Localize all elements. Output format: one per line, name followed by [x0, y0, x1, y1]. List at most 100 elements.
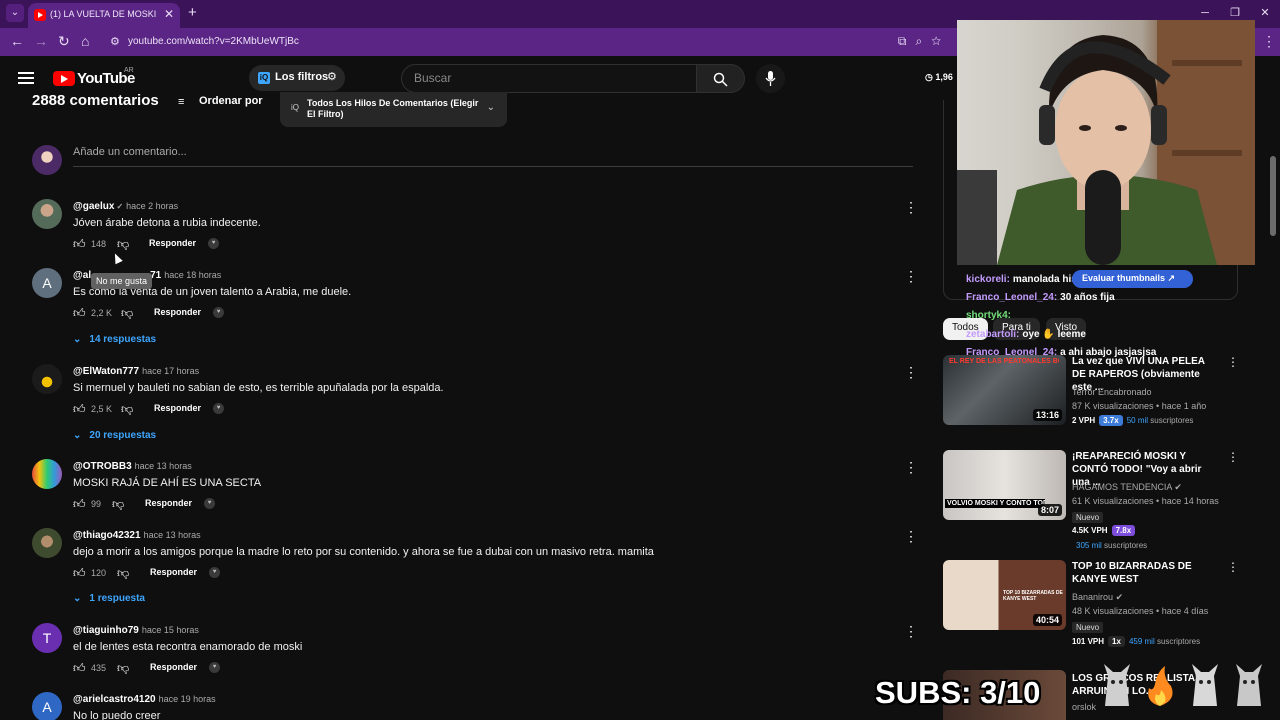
comment-author[interactable]: @gaelux ✓ hace 2 horas: [73, 201, 178, 212]
comment-time[interactable]: hace 19 horas: [159, 694, 216, 704]
minimize-icon[interactable]: ─: [1190, 7, 1220, 19]
view-replies-button[interactable]: ⌄ 1 respuesta: [73, 593, 145, 604]
creator-heart-icon[interactable]: ♥: [209, 662, 220, 673]
author-name[interactable]: @al: [73, 270, 91, 281]
video-menu-icon[interactable]: ⋮: [1227, 450, 1239, 464]
comment-author[interactable]: @arielcastro4120 hace 19 horas: [73, 694, 216, 705]
comment-menu-icon[interactable]: ⋮: [904, 459, 918, 476]
page-scrollbar[interactable]: [1270, 156, 1276, 236]
dislike-icon[interactable]: 👎︎: [121, 402, 133, 417]
video-thumbnail[interactable]: EL REY DE LAS PEATONALES BOOM 13:16: [943, 355, 1066, 425]
forward-icon[interactable]: →: [34, 33, 48, 49]
author-name[interactable]: @gaelux: [73, 201, 114, 212]
recommended-video[interactable]: TOP 10 BIZARRADAS DE KANYE WEST 40:54 TO…: [943, 560, 1243, 647]
tab-close-icon[interactable]: ✕: [164, 7, 174, 21]
reply-button[interactable]: Responder: [149, 238, 196, 248]
view-replies-button[interactable]: ⌄ 20 respuestas: [73, 430, 156, 441]
reload-icon[interactable]: ↻: [58, 33, 70, 50]
creator-heart-icon[interactable]: ♥: [209, 567, 220, 578]
author-name[interactable]: @arielcastro4120: [73, 694, 156, 705]
dislike-icon[interactable]: 👎︎: [121, 306, 133, 321]
video-channel[interactable]: Bananirou ✔: [1072, 592, 1123, 603]
browser-tab[interactable]: (1) LA VUELTA DE MOSKI Y UN ✕: [28, 3, 180, 28]
avatar[interactable]: [32, 199, 62, 229]
restore-icon[interactable]: ❐: [1220, 6, 1250, 19]
creator-heart-icon[interactable]: ♥: [204, 498, 215, 509]
video-thumbnail[interactable]: VOLVIÓ MOSKI Y CONTÓ TODO 8:07: [943, 450, 1066, 520]
author-name[interactable]: @thiago42321: [73, 530, 141, 541]
video-thumbnail[interactable]: TOP 10 BIZARRADAS DE KANYE WEST 40:54: [943, 560, 1066, 630]
comment-author[interactable]: @tiaguinho79 hace 15 horas: [73, 625, 199, 636]
author-name[interactable]: @ElWaton777: [73, 366, 139, 377]
like-icon[interactable]: 👍︎: [73, 566, 86, 581]
channel-name[interactable]: Bananirou: [1072, 592, 1113, 602]
new-tab-icon[interactable]: +: [188, 4, 197, 21]
avatar[interactable]: [32, 459, 62, 489]
comment-time[interactable]: hace 18 horas: [164, 270, 221, 280]
voice-search-button[interactable]: [756, 64, 785, 93]
view-replies-button[interactable]: ⌄ 14 respuestas: [73, 334, 156, 345]
comment-menu-icon[interactable]: ⋮: [904, 364, 918, 381]
comment-time[interactable]: hace 2 horas: [126, 201, 178, 211]
comment-time[interactable]: hace 17 horas: [142, 366, 199, 376]
reply-button[interactable]: Responder: [145, 498, 192, 508]
like-icon[interactable]: 👍︎: [73, 497, 86, 512]
video-menu-icon[interactable]: ⋮: [1227, 560, 1239, 574]
creator-heart-icon[interactable]: ♥: [208, 238, 219, 249]
search-button[interactable]: [697, 64, 745, 93]
youtube-logo-icon[interactable]: [53, 71, 75, 86]
comment-author[interactable]: @thiago42321 hace 13 horas: [73, 530, 201, 541]
video-channel[interactable]: HAGAMOS TENDENCIA ✔: [1072, 482, 1182, 493]
browser-menu-icon[interactable]: ⋮: [1262, 33, 1276, 50]
home-icon[interactable]: ⌂: [81, 33, 89, 49]
comment-menu-icon[interactable]: ⋮: [904, 268, 918, 285]
sort-icon[interactable]: ≡: [178, 96, 184, 108]
zoom-icon[interactable]: ⌕: [915, 34, 931, 48]
video-title[interactable]: TOP 10 BIZARRADAS DE KANYE WEST: [1072, 560, 1220, 586]
search-input[interactable]: [414, 71, 684, 85]
creator-heart-icon[interactable]: ♥: [213, 403, 224, 414]
menu-icon[interactable]: [18, 72, 34, 84]
dislike-icon[interactable]: 👎︎: [117, 566, 129, 581]
address-url[interactable]: youtube.com/watch?v=2KMbUeWTjBc: [128, 36, 299, 47]
comment-menu-icon[interactable]: ⋮: [904, 528, 918, 545]
like-icon[interactable]: 👍︎: [73, 402, 86, 417]
author-name[interactable]: @tiaguinho79: [73, 625, 139, 636]
video-channel[interactable]: Terror Encabronado: [1072, 387, 1152, 397]
avatar[interactable]: [32, 364, 62, 394]
creator-heart-icon[interactable]: ♥: [213, 307, 224, 318]
recommended-video[interactable]: EL REY DE LAS PEATONALES BOOM 13:16 La v…: [943, 355, 1243, 435]
reply-button[interactable]: Responder: [154, 307, 201, 317]
add-comment-input[interactable]: Añade un comentario...: [73, 146, 913, 167]
comment-time[interactable]: hace 13 horas: [144, 530, 201, 540]
avatar[interactable]: T: [32, 623, 62, 653]
video-menu-icon[interactable]: ⋮: [1227, 355, 1239, 369]
comment-time[interactable]: hace 15 horas: [142, 625, 199, 635]
reply-button[interactable]: Responder: [154, 403, 201, 413]
tab-search-icon[interactable]: ⌄: [6, 4, 24, 22]
recommended-video[interactable]: VOLVIÓ MOSKI Y CONTÓ TODO 8:07 ¡REAPAREC…: [943, 450, 1243, 550]
install-icon[interactable]: ⧉: [898, 34, 916, 48]
comment-menu-icon[interactable]: ⋮: [904, 199, 918, 216]
like-icon[interactable]: 👍︎: [73, 237, 86, 252]
evaluate-thumbnails-button[interactable]: Evaluar thumbnails ↗: [1072, 270, 1193, 288]
video-channel[interactable]: orslok: [1072, 702, 1096, 712]
dislike-icon[interactable]: 👎︎: [112, 497, 124, 512]
comment-author[interactable]: @OTROBB3 hace 13 horas: [73, 461, 192, 472]
avatar[interactable]: [32, 528, 62, 558]
comment-menu-icon[interactable]: ⋮: [904, 623, 918, 640]
sort-button[interactable]: Ordenar por: [199, 95, 263, 107]
like-icon[interactable]: 👍︎: [73, 306, 86, 321]
back-icon[interactable]: ←: [10, 33, 24, 49]
dislike-icon[interactable]: 👎︎: [117, 237, 129, 252]
thread-filter-dropdown[interactable]: iQ Todos Los Hilos De Comentarios (Elegi…: [280, 92, 507, 127]
dislike-icon[interactable]: 👎︎: [117, 661, 129, 676]
filters-button[interactable]: iQ Los filtros ⚙: [249, 65, 345, 91]
reply-button[interactable]: Responder: [150, 662, 197, 672]
avatar[interactable]: A: [32, 268, 62, 298]
reply-button[interactable]: Responder: [150, 567, 197, 577]
comment-time[interactable]: hace 13 horas: [135, 461, 192, 471]
like-icon[interactable]: 👍︎: [73, 661, 86, 676]
comment-author[interactable]: @ElWaton777 hace 17 horas: [73, 366, 199, 377]
channel-name[interactable]: HAGAMOS TENDENCIA: [1072, 482, 1172, 492]
